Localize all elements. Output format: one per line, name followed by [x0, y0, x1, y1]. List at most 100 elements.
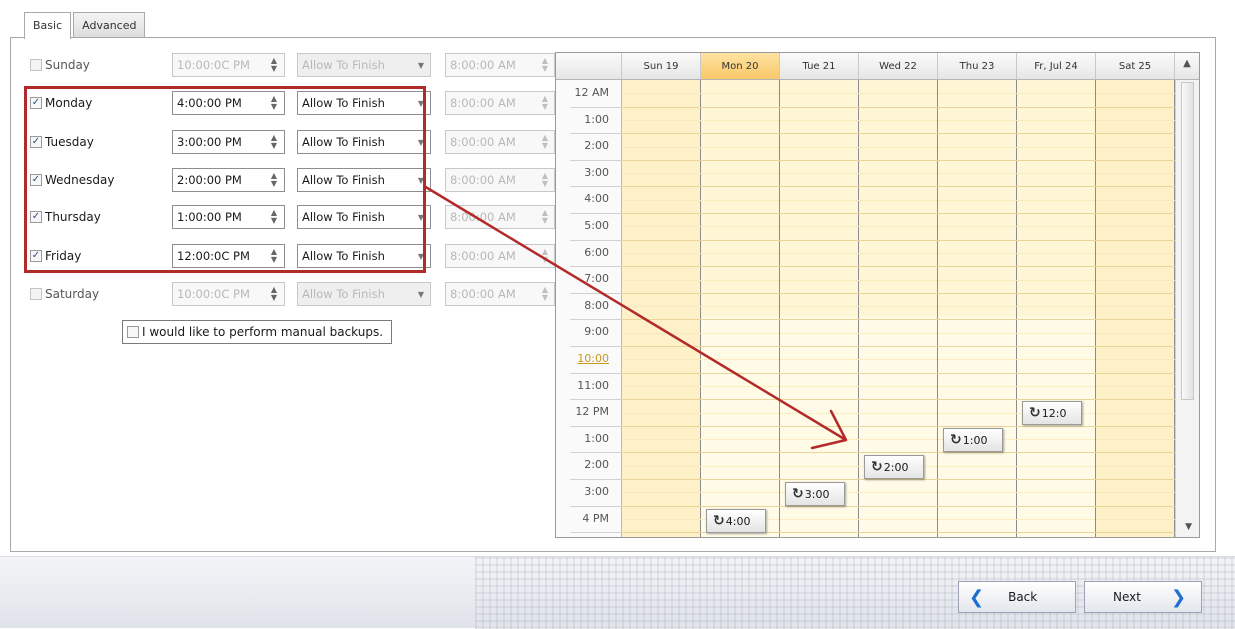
spin-icon[interactable]: ▲ ▼ [542, 209, 548, 225]
spin-icon[interactable]: ▲ ▼ [270, 209, 278, 225]
day-checkbox[interactable] [30, 59, 42, 71]
spin-icon[interactable]: ▲ ▼ [542, 95, 548, 111]
mode-dropdown[interactable]: Allow To Finish ▼ [297, 168, 431, 192]
backup-appointment[interactable]: ↻ 12:0 [1022, 401, 1082, 425]
time-ruler: 12 AM 1:00 2:00 3:00 4:00 5:00 6:00 7:00 8:00 9:0… [556, 80, 622, 537]
end-time-field[interactable]: 8:00:00 AM ▲ ▼ [445, 53, 555, 77]
manual-backup-checkbox[interactable] [127, 326, 139, 338]
calendar-day-column[interactable] [780, 80, 859, 537]
hour-separator [570, 213, 622, 214]
start-time-field[interactable]: 10:00:0C PM ▲ ▼ [172, 282, 285, 306]
spin-icon[interactable]: ▲ ▼ [542, 248, 548, 264]
start-time-field[interactable]: 1:00:00 PM ▲ ▼ [172, 205, 285, 229]
end-time-value: 8:00:00 AM [450, 210, 516, 224]
end-time-field[interactable]: 8:00:00 AM ▲ ▼ [445, 205, 555, 229]
hour-label: 12 PM [575, 405, 609, 419]
backup-appointment[interactable]: ↻ 2:00 [864, 455, 924, 479]
spin-icon[interactable]: ▲ ▼ [270, 172, 278, 188]
hour-label: 2:00 [584, 458, 609, 472]
calendar-day-header[interactable]: Sun 19 [622, 53, 701, 79]
schedule-row-wednesday: ✓ Wednesday 2:00:00 PM ▲ ▼ Allow To Finish ▼ 8:… [30, 167, 555, 193]
calendar-day-column[interactable] [1096, 80, 1175, 537]
refresh-icon: ↻ [950, 432, 962, 448]
back-button[interactable]: ❮ Back [958, 581, 1076, 613]
day-checkbox[interactable]: ✓ [30, 211, 42, 223]
mode-dropdown[interactable]: Allow To Finish ▼ [297, 53, 431, 77]
day-checkbox[interactable]: ✓ [30, 97, 42, 109]
hour-separator [570, 505, 622, 507]
calendar-day-column[interactable] [622, 80, 701, 537]
chevron-down-icon[interactable]: ▼ [418, 252, 424, 261]
calendar-day-header[interactable]: Tue 21 [780, 53, 859, 79]
hour-line [622, 505, 1177, 507]
end-time-field[interactable]: 8:00:00 AM ▲ ▼ [445, 282, 555, 306]
chevron-down-icon[interactable]: ▼ [418, 290, 424, 299]
spin-icon[interactable]: ▲ ▼ [270, 248, 278, 264]
hour-label: 6:00 [584, 245, 609, 259]
calendar-day-column[interactable] [938, 80, 1017, 537]
hour-line [622, 186, 1177, 188]
spin-icon[interactable]: ▲ ▼ [542, 57, 548, 73]
start-time-field[interactable]: 4:00:00 PM ▲ ▼ [172, 91, 285, 115]
hour-separator [570, 346, 622, 347]
calendar-header-gutter [556, 53, 622, 79]
mode-dropdown[interactable]: Allow To Finish ▼ [297, 130, 431, 154]
refresh-icon: ↻ [713, 513, 725, 529]
calendar-day-header[interactable]: Wed 22 [859, 53, 938, 79]
calendar-day-column[interactable] [701, 80, 780, 537]
wizard-footer: ❮ Back Next ❯ [0, 556, 1235, 629]
calendar-day-header[interactable]: Sat 25 [1096, 53, 1175, 79]
tab-advanced[interactable]: Advanced [73, 12, 146, 38]
half-hour-line [622, 173, 1177, 175]
day-label: Friday [45, 249, 82, 263]
mode-dropdown[interactable]: Allow To Finish ▼ [297, 282, 431, 306]
chevron-down-icon[interactable]: ▼ [418, 138, 424, 147]
chevron-down-icon[interactable]: ▼ [418, 213, 424, 222]
calendar-day-header[interactable]: Thu 23 [938, 53, 1017, 79]
day-checkbox[interactable]: ✓ [30, 174, 42, 186]
scroll-down-icon[interactable]: ▼ [1185, 522, 1192, 532]
spin-icon[interactable]: ▲ ▼ [270, 286, 278, 302]
mode-dropdown[interactable]: Allow To Finish ▼ [297, 91, 431, 115]
end-time-field[interactable]: 8:00:00 AM ▲ ▼ [445, 168, 555, 192]
start-time-field[interactable]: 12:00:0C PM ▲ ▼ [172, 244, 285, 268]
end-time-field[interactable]: 8:00:00 AM ▲ ▼ [445, 130, 555, 154]
day-checkbox[interactable]: ✓ [30, 250, 42, 262]
end-time-field[interactable]: 8:00:00 AM ▲ ▼ [445, 244, 555, 268]
hour-separator [570, 239, 622, 241]
spin-icon[interactable]: ▲ ▼ [270, 57, 278, 73]
spin-icon[interactable]: ▲ ▼ [270, 95, 278, 111]
start-time-field[interactable]: 2:00:00 PM ▲ ▼ [172, 168, 285, 192]
start-time-field[interactable]: 10:00:0C PM ▲ ▼ [172, 53, 285, 77]
end-time-field[interactable]: 8:00:00 AM ▲ ▼ [445, 91, 555, 115]
scroll-up-icon[interactable]: ▲ [1175, 53, 1199, 79]
spin-icon[interactable]: ▲ ▼ [542, 286, 548, 302]
start-time-field[interactable]: 3:00:00 PM ▲ ▼ [172, 130, 285, 154]
hour-separator [570, 186, 622, 188]
backup-appointment[interactable]: ↻ 1:00 [943, 428, 1003, 452]
backup-appointment[interactable]: ↻ 4:00 [706, 509, 766, 533]
schedule-row-monday: ✓ Monday 4:00:00 PM ▲ ▼ Allow To Finish ▼ 8:00:… [30, 90, 555, 116]
spin-icon[interactable]: ▲ ▼ [270, 134, 278, 150]
calendar-scrollbar[interactable]: ▼ [1175, 80, 1199, 537]
schedule-row-friday: ✓ Friday 12:00:0C PM ▲ ▼ Allow To Finish ▼ 8:00… [30, 243, 555, 269]
tab-basic[interactable]: Basic [24, 12, 72, 39]
scrollbar-thumb[interactable] [1181, 82, 1194, 400]
spin-icon[interactable]: ▲ ▼ [542, 172, 548, 188]
mode-dropdown[interactable]: Allow To Finish ▼ [297, 244, 431, 268]
chevron-down-icon[interactable]: ▼ [418, 99, 424, 108]
backup-appointment[interactable]: ↻ 3:00 [785, 482, 845, 506]
chevron-down-icon[interactable]: ▼ [418, 61, 424, 70]
mode-dropdown[interactable]: Allow To Finish ▼ [297, 205, 431, 229]
calendar-day-header[interactable]: Fr, Jul 24 [1017, 53, 1096, 79]
schedule-row-saturday: Saturday 10:00:0C PM ▲ ▼ Allow To Finish ▼ 8:0… [30, 281, 555, 307]
spin-icon[interactable]: ▲ ▼ [542, 134, 548, 150]
calendar-day-header-today[interactable]: Mon 20 [701, 53, 780, 79]
manual-backup-option[interactable]: I would like to perform manual backups. [122, 320, 392, 344]
calendar-day-column[interactable] [1017, 80, 1096, 537]
day-checkbox[interactable]: ✓ [30, 136, 42, 148]
start-time-value: 10:00:0C PM [177, 287, 250, 301]
next-button[interactable]: Next ❯ [1084, 581, 1202, 613]
chevron-down-icon[interactable]: ▼ [418, 176, 424, 185]
day-checkbox[interactable] [30, 288, 42, 300]
